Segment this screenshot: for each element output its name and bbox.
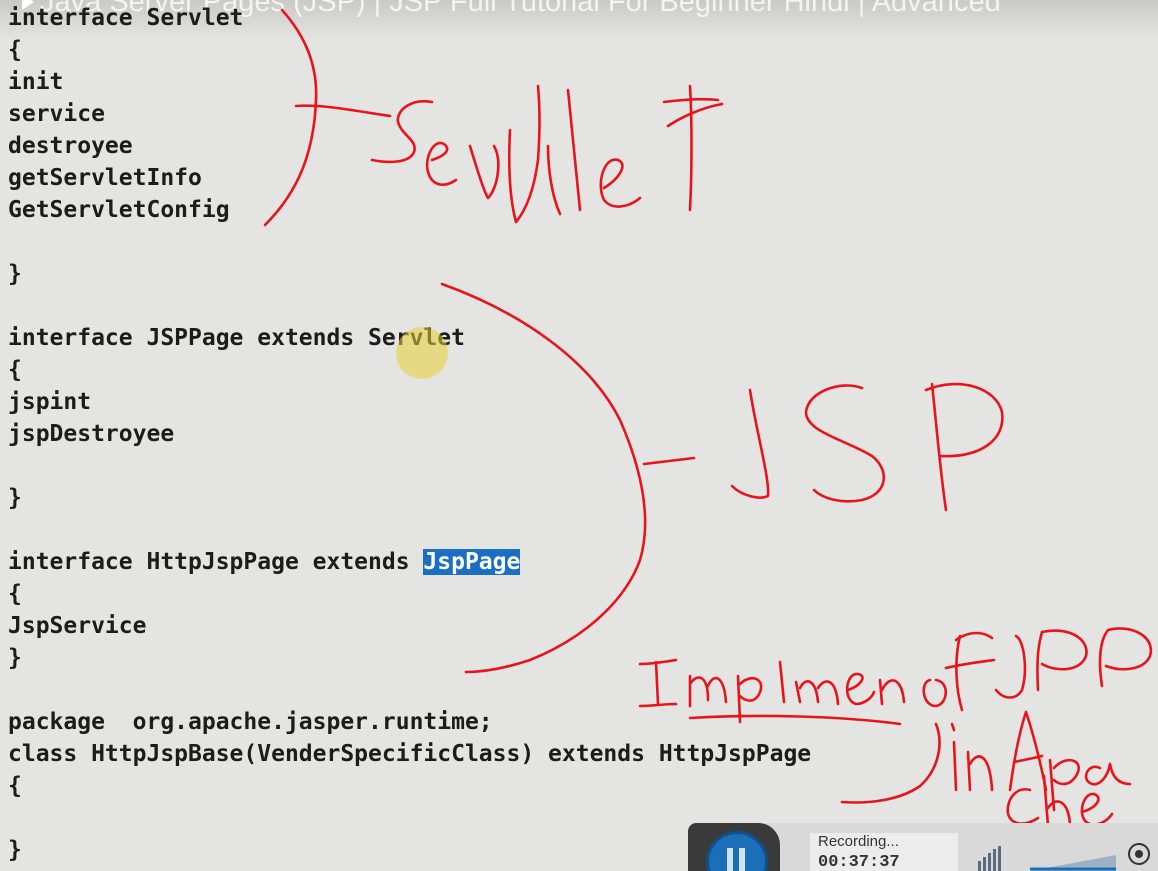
handwriting-annotations <box>263 8 1153 828</box>
jsp-annotation <box>440 282 1004 674</box>
servlet-annotation <box>263 8 724 227</box>
webcam-icon[interactable] <box>1128 843 1150 865</box>
in-apache-annotation <box>840 710 1132 828</box>
volume-slider[interactable] <box>1030 853 1116 871</box>
recording-info: Recording... 00:37:37 <box>810 833 958 871</box>
pause-button[interactable] <box>706 831 768 871</box>
audio-level-icon <box>978 846 1001 871</box>
pause-icon <box>727 848 745 871</box>
implmen-annotation <box>638 627 1153 726</box>
recording-timer: 00:37:37 <box>818 853 900 871</box>
screen-recorder-panel: Recording... 00:37:37 <box>688 823 1158 871</box>
recording-status: Recording... <box>818 833 899 850</box>
recorder-control-area <box>688 823 780 871</box>
